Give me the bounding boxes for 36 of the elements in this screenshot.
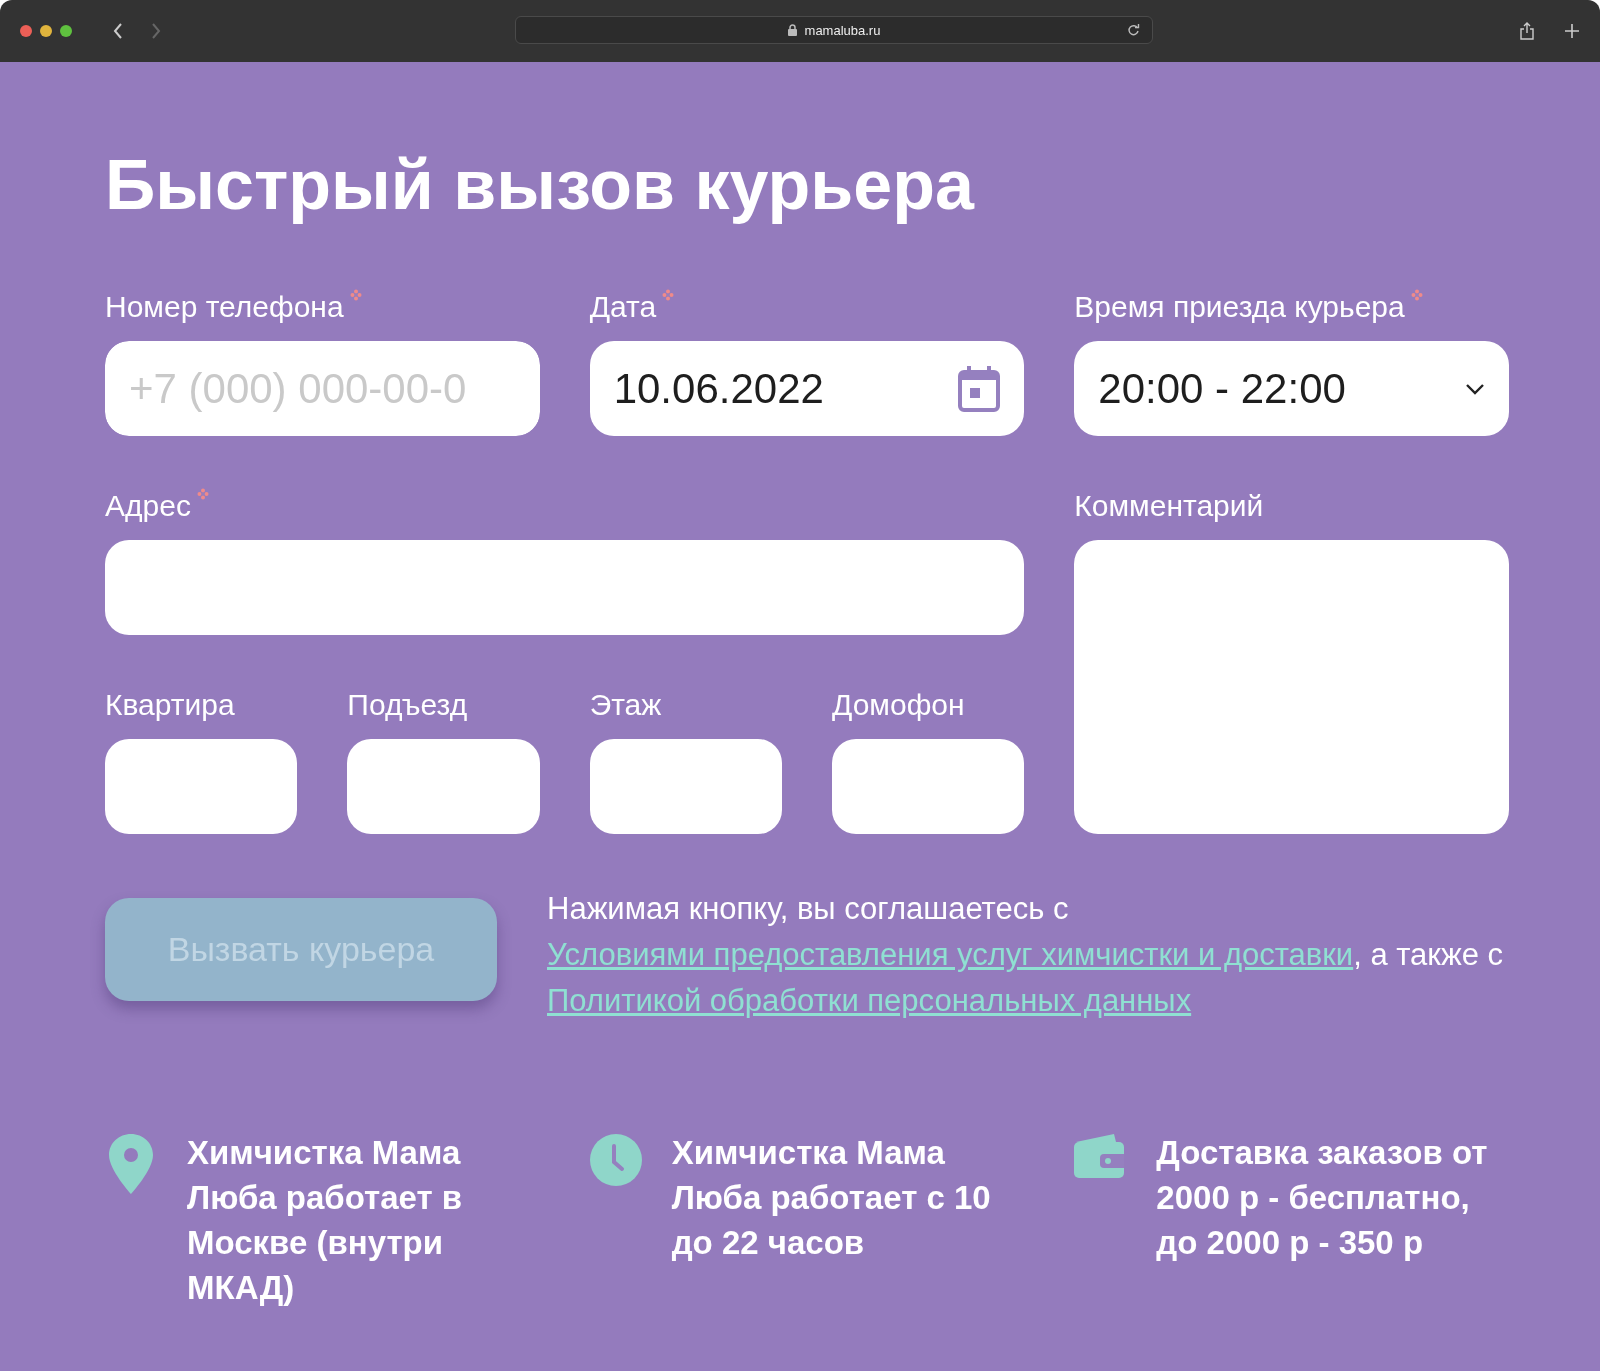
field-label: Комментарий (1074, 489, 1264, 523)
field-label: Квартира (105, 688, 235, 722)
field-label: Адрес (105, 489, 191, 523)
url-text: mamaluba.ru (804, 22, 881, 38)
field-label: Время приезда курьера (1074, 290, 1405, 324)
info-text: Химчистка Мама Люба работает в Москве (внутри МКАД) (187, 1133, 464, 1308)
calendar-icon[interactable] (958, 365, 1001, 412)
consent-text: Нажимая кнопку, вы соглашаетесь с Условиями предоставления услуг химчистки и доставки, а также с Политикой обработки персональных данных (547, 890, 1504, 1020)
input-field[interactable] (347, 739, 540, 834)
info-text: Доставка заказов от 2000 р - бесплатно, до 2000 р - 350 р (1156, 1133, 1489, 1263)
forward-icon[interactable] (150, 22, 162, 40)
minimize-window-button[interactable] (40, 25, 52, 37)
address-input[interactable] (105, 540, 1025, 635)
info-text: Химчистка Мама Люба работает с 10 до 22 часов (671, 1133, 992, 1263)
zoom-window-button[interactable] (60, 25, 72, 37)
date-input[interactable]: 10.06.2022 (589, 341, 1025, 436)
close-window-button[interactable] (20, 25, 32, 37)
address-bar[interactable]: mamaluba.ru (515, 16, 1153, 44)
map-pin-icon (109, 1134, 153, 1194)
time-dropdown[interactable]: 20:00 - 22:00 (1074, 341, 1509, 436)
field-label: Подъезд (347, 688, 468, 722)
input-field[interactable] (589, 739, 782, 834)
page-title: Быстрый вызов курьера (105, 145, 976, 226)
field-label: Номер телефона (105, 290, 344, 324)
input-field[interactable] (105, 739, 298, 834)
chevron-down-icon (1465, 382, 1485, 395)
new-tab-icon[interactable] (1564, 23, 1580, 39)
lock-icon (787, 24, 797, 36)
clock-icon (589, 1134, 642, 1186)
input-field[interactable] (832, 739, 1025, 834)
back-icon[interactable] (112, 22, 124, 40)
reload-icon[interactable] (1127, 23, 1140, 37)
field-label: Дата (589, 290, 657, 324)
field-label: Домофон (832, 688, 965, 722)
share-icon[interactable] (1520, 22, 1534, 40)
field-label: Этаж (589, 688, 662, 722)
